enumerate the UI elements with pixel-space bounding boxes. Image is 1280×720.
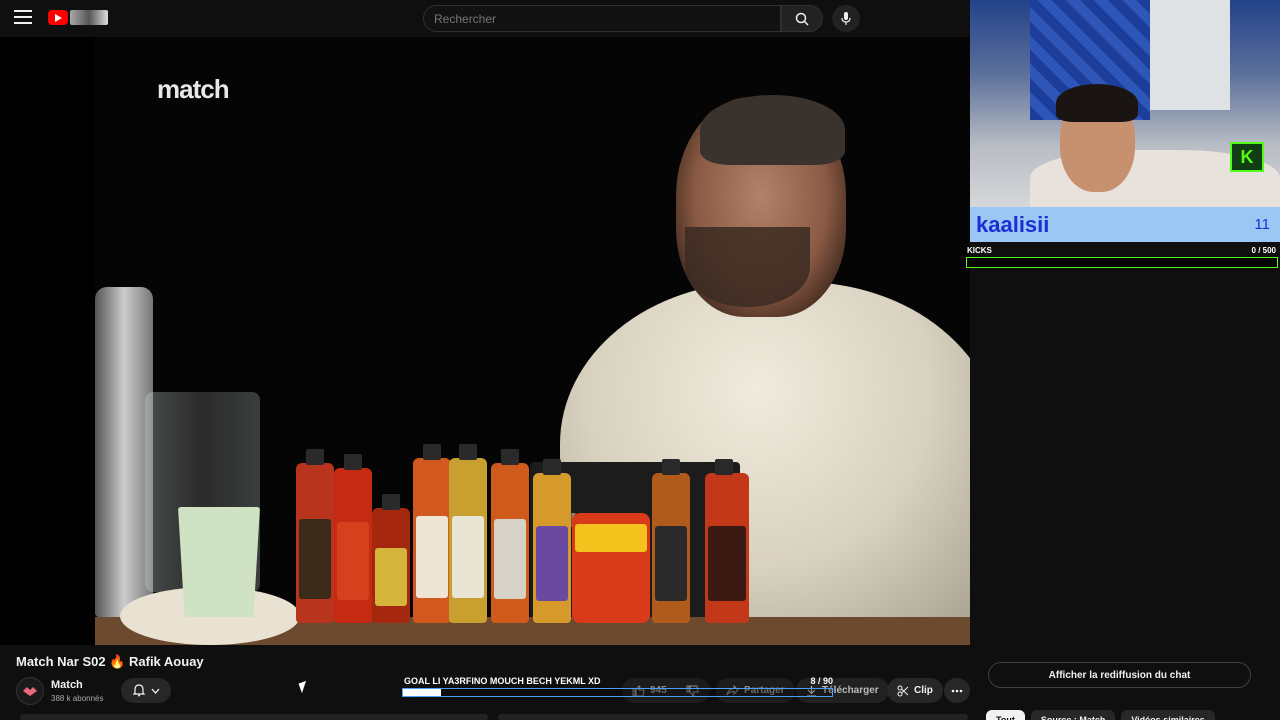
hot-sauce-bottle: [413, 444, 451, 623]
host-hair: [700, 95, 845, 165]
sauce-can: [572, 513, 650, 623]
goal-value: 8 / 90: [810, 676, 833, 686]
match-watermark-logo: match: [157, 65, 230, 107]
goal-progress-fill: [403, 689, 442, 696]
subscription-bell-button[interactable]: [121, 678, 171, 703]
comments-box-edge: [498, 714, 968, 720]
more-actions-button[interactable]: [944, 678, 970, 703]
streamer-webcam: K kaalisii 11: [970, 0, 1280, 242]
goal-progress-bar: [402, 688, 833, 697]
show-chat-replay-button[interactable]: Afficher la rediffusion du chat: [988, 662, 1251, 688]
recommendation-chips: Tout Source : Match Vidéos similaires: [986, 710, 1215, 720]
hot-sauce-bottle: [652, 459, 690, 623]
video-player[interactable]: match MATCH: [0, 37, 970, 645]
chip-source[interactable]: Source : Match: [1030, 710, 1116, 720]
hot-sauce-bottle: [372, 494, 410, 623]
channel-avatar[interactable]: [16, 677, 44, 705]
kicks-value: 0 / 500: [1251, 246, 1276, 255]
streamer-name-bar: kaalisii 11: [970, 207, 1280, 242]
kicks-label: KICKS: [967, 246, 992, 255]
description-box-edge: [20, 714, 488, 720]
subscriber-count: 388 k abonnés: [51, 694, 104, 703]
hot-sauce-bottle: [449, 444, 487, 623]
search-input[interactable]: [423, 5, 781, 32]
match-logo-icon: [23, 687, 37, 696]
menu-icon[interactable]: [14, 10, 32, 26]
video-title: Match Nar S02 🔥 Rafik Aouay: [16, 654, 204, 669]
window: [1150, 0, 1230, 110]
streamer-name: kaalisii: [976, 211, 1050, 237]
stream-goal-overlay: GOAL LI YA3RFINO MOUCH BECH YEKML XD 8 /…: [400, 675, 835, 701]
microphone-icon: [841, 11, 851, 25]
streamer-count: 11: [1254, 216, 1270, 233]
search-bar: [423, 5, 823, 32]
chevron-down-icon: [151, 688, 159, 694]
scissors-icon: [897, 685, 909, 696]
hot-sauce-bottle: [705, 459, 749, 623]
clip-button[interactable]: Clip: [887, 678, 943, 703]
kicks-progress-bar: [966, 257, 1278, 268]
streamer-hair: [1056, 84, 1138, 122]
logo-doodle[interactable]: [70, 10, 108, 25]
chip-similar[interactable]: Vidéos similaires: [1121, 710, 1215, 720]
goal-label: GOAL LI YA3RFINO MOUCH BECH YEKML XD: [404, 676, 601, 686]
hot-sauce-bottle: [334, 454, 372, 623]
bell-icon: [132, 684, 145, 697]
hot-sauce-bottle: [491, 449, 529, 623]
voice-search-button[interactable]: [832, 5, 860, 32]
channel-name[interactable]: Match: [51, 679, 83, 691]
youtube-logo-icon[interactable]: [48, 10, 68, 25]
search-button[interactable]: [781, 5, 823, 32]
chip-all[interactable]: Tout: [986, 710, 1025, 720]
clip-label: Clip: [914, 685, 933, 696]
hot-sauce-bottle: [296, 449, 334, 623]
brand-text: match: [157, 74, 230, 104]
mouse-cursor-icon: [298, 680, 310, 694]
kicks-goal: KICKS 0 / 500: [966, 245, 1278, 269]
paper-cup: [178, 507, 260, 617]
more-horizontal-icon: [951, 689, 963, 692]
hot-sauce-bottle: [533, 459, 571, 623]
kick-logo-icon: K: [1230, 142, 1264, 172]
search-icon: [795, 12, 809, 26]
masthead: [0, 0, 970, 37]
host-beard: [685, 227, 810, 307]
